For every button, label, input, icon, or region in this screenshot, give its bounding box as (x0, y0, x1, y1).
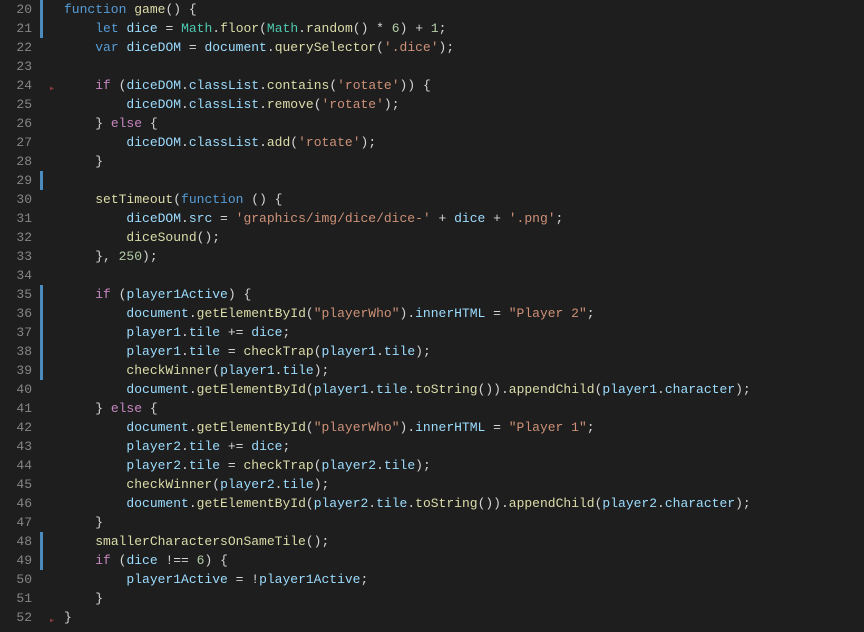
line-number[interactable]: 22 (14, 38, 32, 57)
code-line[interactable]: function game() { (64, 0, 864, 19)
code-line[interactable] (64, 57, 864, 76)
change-marker (40, 323, 43, 342)
code-line[interactable]: setTimeout(function () { (64, 190, 864, 209)
code-line[interactable]: player1Active = !player1Active; (64, 570, 864, 589)
line-number[interactable]: 46 (14, 494, 32, 513)
line-number[interactable]: 29 (14, 171, 32, 190)
code-area[interactable]: function game() { let dice = Math.floor(… (60, 0, 864, 632)
code-line[interactable]: if (dice !== 6) { (64, 551, 864, 570)
line-number[interactable]: 51 (14, 589, 32, 608)
line-number[interactable]: 44 (14, 456, 32, 475)
line-number[interactable]: 21 (14, 19, 32, 38)
code-line[interactable]: } (64, 608, 864, 627)
line-number[interactable]: 34 (14, 266, 32, 285)
line-number[interactable]: 33 (14, 247, 32, 266)
code-line[interactable]: }, 250); (64, 247, 864, 266)
code-line[interactable]: let dice = Math.floor(Math.random() * 6)… (64, 19, 864, 38)
code-line[interactable]: diceDOM.src = 'graphics/img/dice/dice-' … (64, 209, 864, 228)
code-line[interactable]: document.getElementById("playerWho").inn… (64, 418, 864, 437)
fold-column[interactable]: ▸▸ (46, 0, 60, 632)
change-marker (40, 532, 43, 551)
line-number[interactable]: 28 (14, 152, 32, 171)
code-line[interactable]: checkWinner(player2.tile); (64, 475, 864, 494)
code-line[interactable]: } (64, 513, 864, 532)
line-number[interactable]: 38 (14, 342, 32, 361)
code-line[interactable]: player2.tile += dice; (64, 437, 864, 456)
line-number[interactable]: 24 (14, 76, 32, 95)
line-number[interactable]: 50 (14, 570, 32, 589)
change-marker (40, 342, 43, 361)
change-marker (40, 304, 43, 323)
fold-glyph-icon[interactable]: ▸ (46, 612, 58, 631)
line-number[interactable]: 47 (14, 513, 32, 532)
line-number[interactable]: 41 (14, 399, 32, 418)
change-marker (40, 171, 43, 190)
line-number[interactable]: 42 (14, 418, 32, 437)
code-line[interactable]: diceDOM.classList.add('rotate'); (64, 133, 864, 152)
change-marker (40, 19, 43, 38)
code-line[interactable]: var diceDOM = document.querySelector('.d… (64, 38, 864, 57)
code-line[interactable]: player2.tile = checkTrap(player2.tile); (64, 456, 864, 475)
code-line[interactable]: if (diceDOM.classList.contains('rotate')… (64, 76, 864, 95)
line-number[interactable]: 45 (14, 475, 32, 494)
code-line[interactable]: smallerCharactersOnSameTile(); (64, 532, 864, 551)
code-line[interactable]: document.getElementById("playerWho").inn… (64, 304, 864, 323)
code-line[interactable]: } (64, 152, 864, 171)
code-line[interactable] (64, 266, 864, 285)
fold-glyph-icon[interactable]: ▸ (46, 80, 58, 99)
line-number[interactable]: 48 (14, 532, 32, 551)
line-number[interactable]: 39 (14, 361, 32, 380)
line-number[interactable]: 27 (14, 133, 32, 152)
code-line[interactable]: } else { (64, 399, 864, 418)
code-line[interactable]: } (64, 589, 864, 608)
code-line[interactable]: document.getElementById(player1.tile.toS… (64, 380, 864, 399)
change-marker (40, 551, 43, 570)
line-number-gutter[interactable]: 2021222324252627282930313233343536373839… (0, 0, 40, 632)
line-number[interactable]: 23 (14, 57, 32, 76)
line-number[interactable]: 37 (14, 323, 32, 342)
change-marker (40, 285, 43, 304)
line-number[interactable]: 40 (14, 380, 32, 399)
code-line[interactable]: diceDOM.classList.remove('rotate'); (64, 95, 864, 114)
code-line[interactable]: checkWinner(player1.tile); (64, 361, 864, 380)
code-line[interactable]: diceSound(); (64, 228, 864, 247)
line-number[interactable]: 32 (14, 228, 32, 247)
code-line[interactable]: document.getElementById(player2.tile.toS… (64, 494, 864, 513)
line-number[interactable]: 49 (14, 551, 32, 570)
line-number[interactable]: 35 (14, 285, 32, 304)
line-number[interactable]: 43 (14, 437, 32, 456)
code-line[interactable]: player1.tile += dice; (64, 323, 864, 342)
code-line[interactable]: if (player1Active) { (64, 285, 864, 304)
line-number[interactable]: 30 (14, 190, 32, 209)
code-line[interactable]: player1.tile = checkTrap(player1.tile); (64, 342, 864, 361)
code-line[interactable]: } else { (64, 114, 864, 133)
code-line[interactable] (64, 171, 864, 190)
line-number[interactable]: 26 (14, 114, 32, 133)
change-marker (40, 0, 43, 19)
line-number[interactable]: 31 (14, 209, 32, 228)
line-number[interactable]: 25 (14, 95, 32, 114)
line-number[interactable]: 20 (14, 0, 32, 19)
change-marker (40, 361, 43, 380)
code-editor[interactable]: 2021222324252627282930313233343536373839… (0, 0, 864, 632)
line-number[interactable]: 52 (14, 608, 32, 627)
line-number[interactable]: 36 (14, 304, 32, 323)
